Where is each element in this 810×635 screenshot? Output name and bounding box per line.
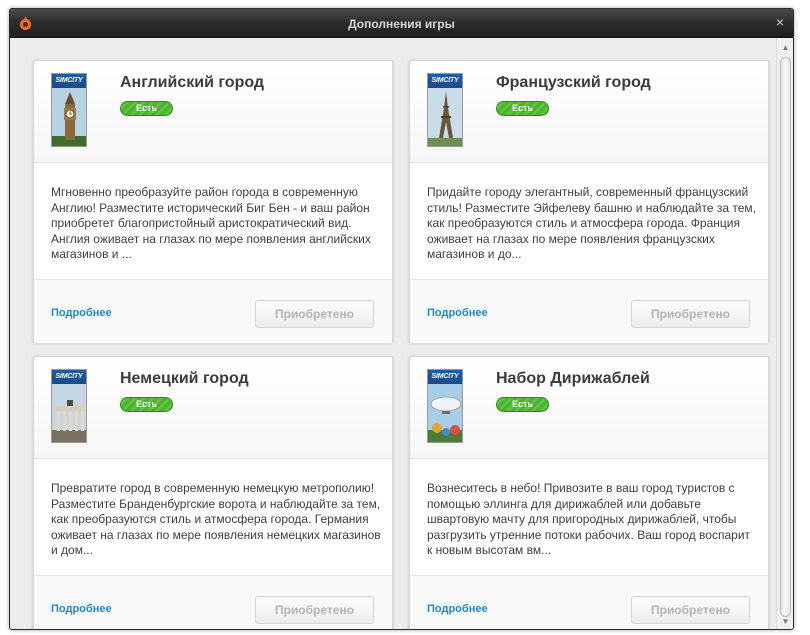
owned-badge: Есть [496,101,549,116]
card-header: SIMCITY Английский город Есть [34,61,392,163]
addons-list: SIMCITY Английский город Есть Мгновенно … [10,39,774,629]
card-header: SIMCITY Французский город Есть [410,61,768,163]
addon-card-french-city: SIMCITY Французский город Есть Придайте … [409,60,769,343]
card-footer: Подробнее Приобретено [34,279,392,343]
eiffel-tower-icon [428,88,462,146]
more-info-link[interactable]: Подробнее [51,307,112,319]
close-icon[interactable]: × [773,15,787,29]
more-info-link[interactable]: Подробнее [427,307,488,319]
brandenburg-gate-icon [52,384,86,442]
card-header: SIMCITY Немецкий город Есть [34,357,392,459]
addon-card-german-city: SIMCITY Немецкий город Есть Превратите г… [33,356,393,629]
card-footer: Подробнее Приобретено [410,279,768,343]
owned-badge: Есть [120,101,173,116]
simcity-logo: SIMCITY [428,370,462,384]
addon-cover[interactable]: SIMCITY [51,73,87,147]
game-addons-window: Дополнения игры × SIMCITY Английский гор… [9,8,794,630]
window-title: Дополнения игры [348,17,455,31]
purchased-button[interactable]: Приобретено [255,596,374,624]
addon-cover[interactable]: SIMCITY [427,369,463,443]
scroll-down-icon[interactable]: ▼ [777,615,793,629]
more-info-link[interactable]: Подробнее [51,603,112,615]
purchased-button[interactable]: Приобретено [255,300,374,328]
card-footer: Подробнее Приобретено [410,575,768,629]
vertical-scrollbar[interactable]: ▲ ▼ [776,39,793,629]
card-header: SIMCITY Набор Дирижаблей Есть [410,357,768,459]
owned-badge: Есть [496,397,549,412]
addon-description: Мгновенно преобразуйте район города в со… [51,185,371,261]
scroll-up-icon[interactable]: ▲ [777,41,793,55]
simcity-logo: SIMCITY [428,74,462,88]
addon-title: Английский город [120,74,265,91]
owned-badge: Есть [120,397,173,412]
simcity-logo: SIMCITY [52,74,86,88]
addon-description: Превратите город в современную немецкую … [51,481,381,557]
addon-description: Придайте городу элегантный, современный … [427,185,757,261]
big-ben-icon [52,88,86,146]
addon-cover[interactable]: SIMCITY [427,73,463,147]
more-info-link[interactable]: Подробнее [427,603,488,615]
scrollbar-thumb[interactable] [780,57,791,617]
card-footer: Подробнее Приобретено [34,575,392,629]
airship-icon [428,384,462,442]
purchased-button[interactable]: Приобретено [631,596,750,624]
addon-cover[interactable]: SIMCITY [51,369,87,443]
purchased-button[interactable]: Приобретено [631,300,750,328]
addon-title: Французский город [496,74,651,91]
titlebar: Дополнения игры × [10,9,793,38]
addon-title: Немецкий город [120,370,249,387]
addon-card-airship-pack: SIMCITY Набор Дирижаблей Есть Вознеситес… [409,356,769,629]
simcity-logo: SIMCITY [52,370,86,384]
addon-title: Набор Дирижаблей [496,370,650,387]
addon-card-english-city: SIMCITY Английский город Есть Мгновенно … [33,60,393,343]
addon-description: Вознеситесь в небо! Привозите в ваш горо… [427,481,751,557]
